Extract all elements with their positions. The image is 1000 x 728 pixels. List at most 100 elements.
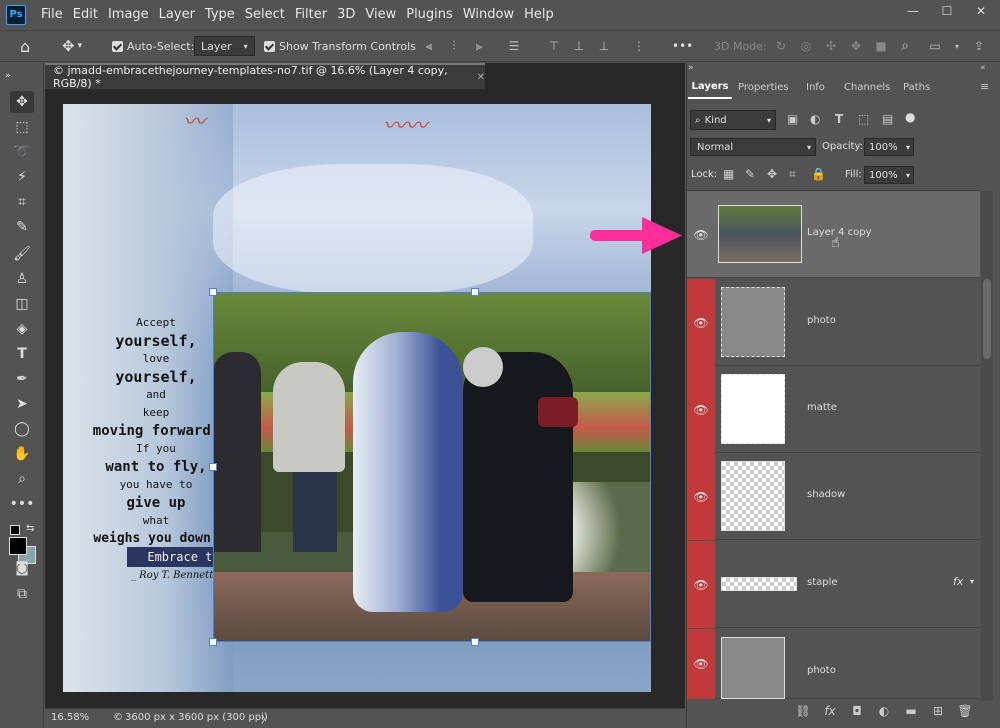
menu-filter[interactable]: Filter — [290, 7, 332, 22]
distribute-vertical-icon[interactable]: ⋮ — [630, 37, 648, 55]
document-tab[interactable]: © jmadd-embracethejourney-templates-no7.… — [45, 63, 485, 90]
marquee-tool-icon[interactable]: ⬚ — [10, 116, 34, 138]
visibility-eye-icon[interactable]: 👁 — [687, 629, 715, 699]
visibility-eye-icon[interactable]: 👁 — [687, 541, 715, 628]
blend-mode-dropdown[interactable]: Normal ▾ — [690, 138, 816, 156]
align-bottom-icon[interactable]: ⊥ — [595, 37, 613, 55]
visibility-eye-icon[interactable]: 👁 — [687, 366, 715, 453]
default-colors-icon[interactable] — [10, 525, 20, 535]
visibility-eye-icon[interactable]: 👁 — [687, 279, 715, 366]
add-mask-icon[interactable]: ◘ — [849, 703, 865, 719]
move-tool-preset-icon[interactable]: ✥ ▾ — [62, 31, 82, 61]
menu-plugins[interactable]: Plugins — [401, 7, 458, 22]
menu-layer[interactable]: Layer — [154, 7, 200, 22]
smart-object-filter-icon[interactable]: ▤ — [882, 112, 893, 126]
zoom-level[interactable]: 16.58% — [51, 712, 89, 723]
swap-colors-icon[interactable]: ⇆ — [26, 523, 34, 534]
tab-properties[interactable]: Properties — [738, 75, 789, 99]
shape-filter-icon[interactable]: ⬚ — [858, 112, 869, 126]
menu-help[interactable]: Help — [519, 7, 559, 22]
lock-artboard-icon[interactable]: ⌗ — [789, 167, 796, 182]
screen-mode-icon[interactable]: ⧉ — [10, 583, 34, 605]
document-canvas[interactable]: 〰 〰〰 Accept yourself, love yourself, and… — [63, 104, 651, 692]
layer-row-layer-4-copy[interactable]: 👁 Layer 4 copy ☝ — [687, 191, 980, 278]
adjustment-layer-icon[interactable]: ◐ — [876, 703, 892, 719]
chevron-down-icon[interactable]: ▾ — [948, 37, 966, 55]
pen-tool-icon[interactable]: ✒ — [10, 368, 34, 390]
collapse-arrows-icon[interactable]: » — [688, 63, 694, 73]
auto-select-checkbox[interactable]: Auto-Select: — [112, 31, 194, 61]
link-layers-icon[interactable]: ⛓ — [795, 703, 811, 719]
fill-input[interactable]: 100% ▾ — [864, 166, 914, 184]
brush-tool-icon[interactable]: 🖌 — [10, 243, 34, 265]
restore-button[interactable]: ☐ — [930, 0, 964, 22]
transform-handle[interactable] — [471, 288, 479, 296]
new-layer-icon[interactable]: ⊞ — [930, 703, 946, 719]
layer-row-matte[interactable]: 👁 matte — [687, 366, 980, 453]
share-icon[interactable]: ⇪ — [970, 37, 988, 55]
distribute-icon[interactable]: ☰ — [505, 37, 523, 55]
close-window-button[interactable]: ✕ — [964, 0, 998, 22]
menu-type[interactable]: Type — [200, 7, 240, 22]
align-right-icon[interactable]: ⫸ — [470, 37, 488, 55]
lasso-tool-icon[interactable]: ➰ — [10, 141, 34, 163]
lock-transparency-icon[interactable]: ▦ — [723, 167, 734, 181]
adjustment-filter-icon[interactable]: ◐ — [810, 112, 820, 126]
pan-3d-icon[interactable]: ✣ — [822, 37, 840, 55]
tab-info[interactable]: Info — [806, 75, 825, 99]
transform-handle[interactable] — [209, 463, 217, 471]
move-tool-icon[interactable]: ✥ — [10, 91, 34, 113]
menu-3d[interactable]: 3D — [332, 7, 360, 22]
ellipse-tool-icon[interactable]: ◯ — [10, 418, 34, 440]
slide-3d-icon[interactable]: ✥ — [847, 37, 865, 55]
trash-icon[interactable]: 🗑 — [957, 703, 973, 719]
type-tool-icon[interactable]: T — [10, 343, 34, 365]
layer-row-photo[interactable]: 👁 photo — [687, 279, 980, 366]
panel-menu-icon[interactable]: ≡ — [980, 80, 989, 93]
chevron-down-icon[interactable]: ▾ — [970, 577, 974, 586]
layer-row-shadow[interactable]: 👁 shadow — [687, 453, 980, 540]
menu-select[interactable]: Select — [240, 7, 290, 22]
opacity-input[interactable]: 100% ▾ — [864, 138, 914, 156]
tab-channels[interactable]: Channels — [844, 75, 890, 99]
layer-row-photo-2[interactable]: 👁 photo — [687, 629, 980, 699]
path-select-tool-icon[interactable]: ➤ — [10, 393, 34, 415]
align-center-icon[interactable]: ⫶ — [445, 37, 463, 55]
transform-bounding-box[interactable] — [213, 292, 651, 642]
auto-select-dropdown[interactable]: Layer ▾ — [194, 31, 255, 61]
pixel-filter-icon[interactable]: ▣ — [787, 112, 798, 126]
more-tools-icon[interactable]: ••• — [10, 493, 35, 515]
menu-window[interactable]: Window — [458, 7, 519, 22]
fill-tool-icon[interactable]: ◈ — [10, 318, 34, 340]
tab-paths[interactable]: Paths — [903, 75, 930, 99]
filter-kind-dropdown[interactable]: ⌕ Kind ▾ — [690, 110, 776, 130]
hand-tool-icon[interactable]: ✋ — [10, 443, 34, 465]
camera-3d-icon[interactable]: ■ — [872, 37, 890, 55]
visibility-eye-icon[interactable]: 👁 — [687, 453, 715, 540]
home-icon[interactable]: ⌂ — [20, 31, 30, 61]
zoom-tool-icon[interactable]: ⌕ — [10, 468, 34, 490]
lock-pixels-icon[interactable]: ✎ — [745, 167, 755, 181]
eraser-tool-icon[interactable]: ◫ — [10, 293, 34, 315]
status-menu-arrow[interactable]: 〉 — [261, 711, 271, 726]
orbit-3d-icon[interactable]: ↻ — [772, 37, 790, 55]
eyedropper-tool-icon[interactable]: ✎ — [10, 216, 34, 238]
menu-edit[interactable]: Edit — [68, 7, 103, 22]
transform-handle[interactable] — [209, 638, 217, 646]
align-left-icon[interactable]: ⫷ — [420, 37, 438, 55]
tab-layers[interactable]: Layers — [688, 75, 732, 99]
menu-image[interactable]: Image — [103, 7, 154, 22]
menu-view[interactable]: View — [360, 7, 401, 22]
minimize-button[interactable]: — — [896, 0, 930, 22]
layers-scrollbar[interactable] — [981, 191, 993, 701]
align-middle-icon[interactable]: ⊥ — [570, 37, 588, 55]
transform-handle[interactable] — [471, 638, 479, 646]
workspace-icon[interactable]: ▭ — [926, 37, 944, 55]
filter-toggle-icon[interactable]: ● — [905, 110, 915, 124]
search-icon[interactable]: ⌕ — [896, 37, 914, 55]
close-tab-icon[interactable]: ✕ — [477, 72, 485, 83]
magic-wand-tool-icon[interactable]: ⚡ — [10, 166, 34, 188]
lock-all-icon[interactable]: 🔒 — [811, 167, 826, 181]
quick-mask-icon[interactable]: ◙ — [10, 557, 34, 579]
group-folder-icon[interactable]: ▬ — [903, 703, 919, 719]
